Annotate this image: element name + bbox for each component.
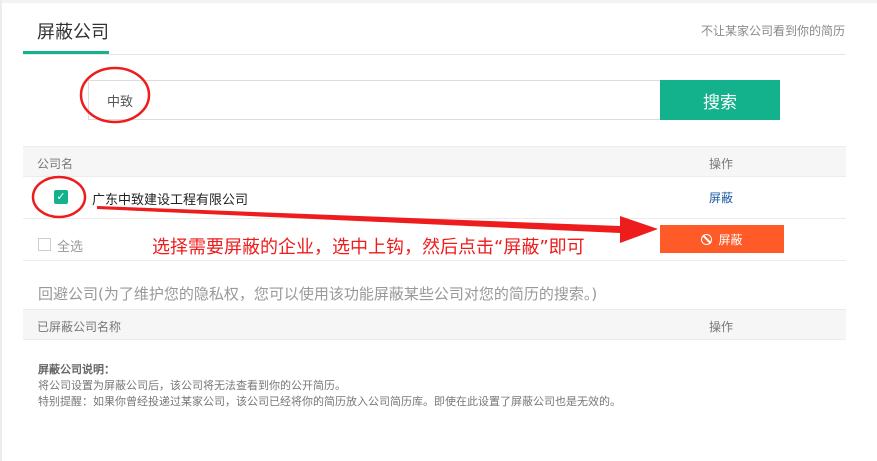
header-hint: 不让某家公司看到你的简历 xyxy=(700,24,845,38)
notes-line-1: 将公司设置为屏蔽公司后，该公司将无法查看到你的公开简历。 xyxy=(38,379,346,392)
top-border xyxy=(0,0,877,3)
col-blocked-company-header: 已屏蔽公司名称 xyxy=(37,320,122,334)
col-company-header: 公司名 xyxy=(37,157,74,171)
select-all-checkbox[interactable] xyxy=(38,238,51,251)
annotation-text: 选择需要屏蔽的企业，选中上钩，然后点击“屏蔽”即可 xyxy=(152,237,585,258)
company-search-input[interactable] xyxy=(88,80,660,120)
notes-title: 屏蔽公司说明： xyxy=(38,363,115,376)
notes-line-2: 特别提醒：如果你曾经投递过某家公司，该公司已经将你的简历放入公司简历库。即使在此… xyxy=(38,395,621,408)
avoid-section-title: 回避公司(为了维护您的隐私权，您可以使用该功能屏蔽某些公司对您的简历的搜索。) xyxy=(38,285,598,303)
table-row: ✓ 广东中致建设工程有限公司 屏蔽 xyxy=(23,177,846,219)
tab-block-companies[interactable]: 屏蔽公司 xyxy=(37,18,109,44)
search-button[interactable]: 搜索 xyxy=(660,80,780,120)
block-notes: 屏蔽公司说明： 将公司设置为屏蔽公司后，该公司将无法查看到你的公开简历。 特别提… xyxy=(38,362,621,410)
block-company-link[interactable]: 屏蔽 xyxy=(709,189,733,206)
blocked-table-header: 已屏蔽公司名称 操作 xyxy=(23,309,846,340)
block-selected-button[interactable]: 屏蔽 xyxy=(660,225,784,253)
header-divider xyxy=(23,54,846,55)
select-all-label[interactable]: 全选 xyxy=(57,236,83,255)
col-blocked-action-header: 操作 xyxy=(709,320,734,334)
results-table-header: 公司名 操作 xyxy=(23,146,846,177)
left-border xyxy=(0,0,2,461)
row-checkbox-checked[interactable]: ✓ xyxy=(54,190,68,204)
col-action-header: 操作 xyxy=(709,157,734,171)
ban-icon xyxy=(701,233,713,245)
block-selected-label: 屏蔽 xyxy=(718,232,743,247)
company-name: 广东中致建设工程有限公司 xyxy=(92,193,249,208)
